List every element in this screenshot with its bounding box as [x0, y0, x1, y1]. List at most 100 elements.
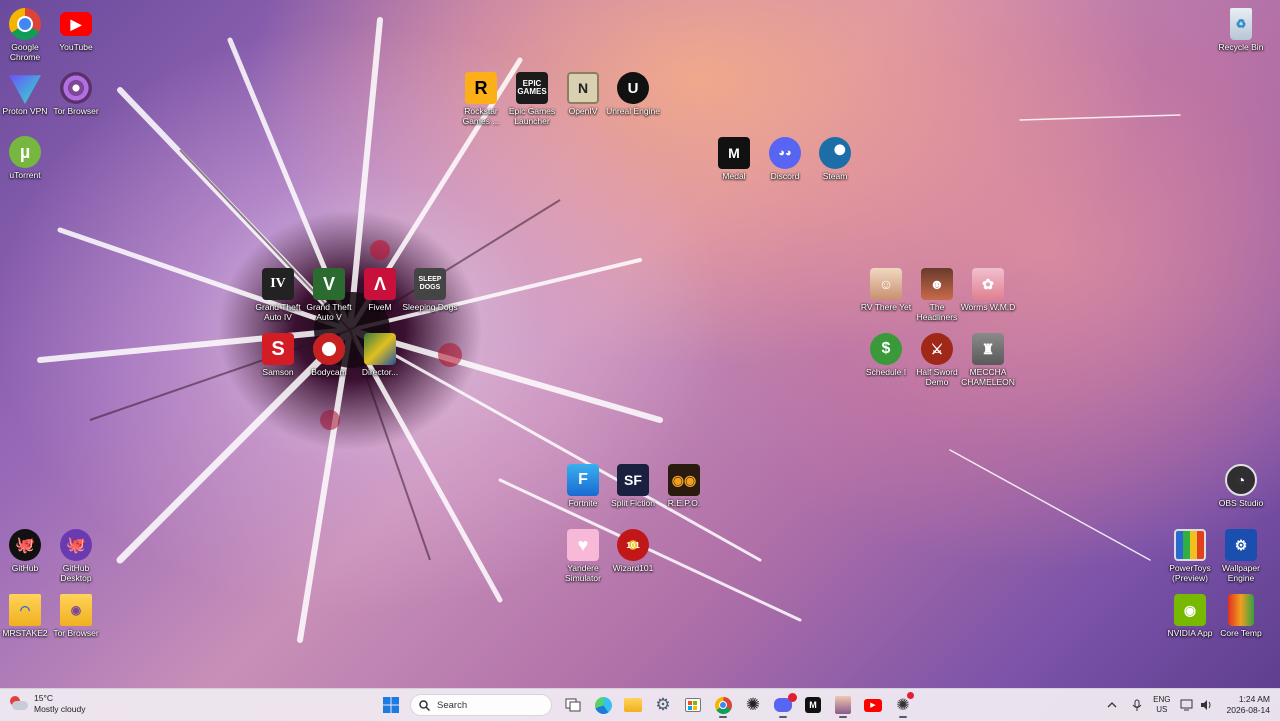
network-icon	[1180, 699, 1193, 711]
worms-icon: ✿	[972, 268, 1004, 300]
taskbar-settings[interactable]: ⚙	[650, 692, 676, 718]
desktop-icon-gta5[interactable]: V Grand Theft Auto V	[301, 268, 357, 322]
desktop-icon-unreal-engine[interactable]: U Unreal Engine	[605, 72, 661, 116]
tor-browser-icon	[60, 72, 92, 104]
clock[interactable]: 1:24 AM 2026-08-14	[1227, 694, 1270, 716]
taskbar-medal[interactable]: M	[800, 692, 826, 718]
icon-label: FiveM	[368, 302, 392, 312]
weather-widget[interactable]: 15°C Mostly cloudy	[8, 693, 86, 715]
task-view-button[interactable]	[560, 692, 586, 718]
desktop-icon-fivem[interactable]: Λ FiveM	[352, 268, 408, 312]
desktop-icon-wallpaper-engine[interactable]: ⚙ Wallpaper Engine	[1213, 529, 1269, 583]
desktop-icon-sleeping-dogs[interactable]: SLEEP DOGS Sleeping Dogs	[402, 268, 458, 312]
desktop-icon-utorrent[interactable]: µ uTorrent	[0, 136, 53, 180]
desktop-icon-nvidia[interactable]: ◉ NVIDIA App	[1162, 594, 1218, 638]
windows-icon	[383, 697, 399, 713]
icon-label: OpenIV	[568, 106, 598, 116]
taskbar-edge[interactable]	[590, 692, 616, 718]
desktop-icon-rockstar[interactable]: R Rockstar Games ...	[453, 72, 509, 126]
desktop-icon-google-chrome[interactable]: Google Chrome	[0, 8, 53, 62]
volume-control[interactable]	[1200, 698, 1214, 712]
taskbar-game[interactable]	[830, 692, 856, 718]
recycle-bin-icon: ♻	[1230, 8, 1252, 40]
repo-icon: ◉◉	[668, 464, 700, 496]
desktop-icon-bodycam[interactable]: Bodycam	[301, 333, 357, 377]
medal-icon: M	[718, 137, 750, 169]
medal-icon: M	[805, 697, 821, 713]
taskbar-discord[interactable]	[770, 692, 797, 718]
desktop-icon-mrstake2[interactable]: ◠ MRSTAKE2	[0, 594, 53, 638]
chrome-icon	[714, 696, 732, 714]
rockstar-icon: R	[465, 72, 497, 104]
keyboard-layout: US	[1156, 705, 1168, 714]
schedule1-icon: $	[870, 333, 902, 365]
taskbar: 15°C Mostly cloudy Search ⚙ ✺ M ▶ ✺ ENG …	[0, 688, 1280, 721]
desktop-icon-wizard101[interactable]: 101 Wizard101	[605, 529, 661, 573]
desktop-icon-half-sword[interactable]: ⚔ Half Sword Demo	[909, 333, 965, 387]
taskbar-app[interactable]: ✺	[890, 692, 916, 718]
icon-label: Core Temp	[1220, 628, 1262, 638]
desktop-icon-tor-browser-folder[interactable]: ◉ Tor Browser	[48, 594, 104, 638]
desktop-icon-gta4[interactable]: IV Grand Theft Auto IV	[250, 268, 306, 322]
meccha-icon: ♜	[972, 333, 1004, 365]
icon-label: Proton VPN	[2, 106, 48, 116]
microphone-status[interactable]	[1130, 698, 1144, 712]
desktop-icon-discord[interactable]: ◕◕ Discord	[757, 137, 813, 181]
desktop-icon-schedule1[interactable]: $ Schedule I	[858, 333, 914, 377]
icon-label: MRSTAKE2	[2, 628, 48, 638]
start-button[interactable]	[378, 692, 404, 718]
desktop-icon-obs[interactable]: ◔ OBS Studio	[1213, 464, 1269, 508]
show-hidden-icons[interactable]	[1105, 698, 1119, 712]
system-tray: ENG US 1:24 AM 2026-08-14	[1102, 689, 1274, 721]
input-language[interactable]: ENG US	[1153, 695, 1170, 715]
speaker-icon	[1201, 700, 1211, 710]
weather-temperature: 15°C	[34, 693, 53, 703]
clock-time: 1:24 AM	[1238, 694, 1270, 704]
github-desktop-icon: 🐙	[60, 529, 92, 561]
discord-icon	[774, 693, 797, 712]
desktop-icon-worms[interactable]: ✿ Worms W.M.D	[960, 268, 1016, 312]
search-icon	[419, 699, 430, 711]
taskbar-chatgpt[interactable]: ✺	[740, 692, 766, 718]
desktop-icon-core-temp[interactable]: Core Temp	[1213, 594, 1269, 638]
desktop-icon-openiv[interactable]: N OpenIV	[555, 72, 611, 116]
desktop-icon-director[interactable]: Director...	[352, 333, 408, 377]
desktop-icon-samson[interactable]: S Samson	[250, 333, 306, 377]
gta4-icon: IV	[262, 268, 294, 300]
taskbar-search[interactable]: Search	[410, 694, 552, 716]
desktop-icon-headliners[interactable]: ☻ The Headliners	[909, 268, 965, 322]
desktop-icon-repo[interactable]: ◉◉ R.E.P.O.	[656, 464, 712, 508]
desktop-icon-steam[interactable]: Steam	[807, 137, 863, 181]
chrome-icon	[9, 8, 41, 40]
icon-label: The Headliners	[916, 302, 958, 322]
taskbar-file-explorer[interactable]	[620, 692, 646, 718]
desktop-icon-yandere[interactable]: ♥ Yandere Simulator	[555, 529, 611, 583]
desktop-icon-recycle-bin[interactable]: ♻ Recycle Bin	[1213, 8, 1269, 52]
folder-icon: ◉	[60, 594, 92, 626]
icon-label: GitHub Desktop	[60, 563, 92, 583]
github-icon: 🐙	[9, 529, 41, 561]
desktop-icon-powertoys[interactable]: PowerToys (Preview)	[1162, 529, 1218, 583]
icon-label: YouTube	[59, 42, 93, 52]
desktop-icon-tor-browser[interactable]: Tor Browser	[48, 72, 104, 116]
taskbar-chrome[interactable]	[710, 692, 736, 718]
icon-label: Grand Theft Auto IV	[255, 302, 301, 322]
desktop-icon-rv-there-yet[interactable]: ☺ RV There Yet	[858, 268, 914, 312]
desktop-icon-medal[interactable]: M Medal	[706, 137, 762, 181]
desktop-icon-github[interactable]: 🐙 GitHub	[0, 529, 53, 573]
icon-label: uTorrent	[9, 170, 41, 180]
desktop-icon-youtube[interactable]: ▶ YouTube	[48, 8, 104, 52]
desktop-icon-epic-games[interactable]: EPIC GAMES Epic Games Launcher	[504, 72, 560, 126]
desktop-icon-meccha[interactable]: ♜ MECCHA CHAMELEON	[960, 333, 1016, 387]
desktop-icon-fortnite[interactable]: F Fortnite	[555, 464, 611, 508]
desktop-icon-proton-vpn[interactable]: Proton VPN	[0, 72, 53, 116]
desktop-icon-github-desktop[interactable]: 🐙 GitHub Desktop	[48, 529, 104, 583]
split-fiction-icon: SF	[617, 464, 649, 496]
edge-icon	[594, 696, 612, 714]
taskbar-store[interactable]	[680, 692, 706, 718]
fortnite-icon: F	[567, 464, 599, 496]
nvidia-icon: ◉	[1174, 594, 1206, 626]
taskbar-youtube[interactable]: ▶	[860, 692, 886, 718]
desktop-icon-split-fiction[interactable]: SF Split Fiction	[605, 464, 661, 508]
network-status[interactable]	[1180, 698, 1194, 712]
